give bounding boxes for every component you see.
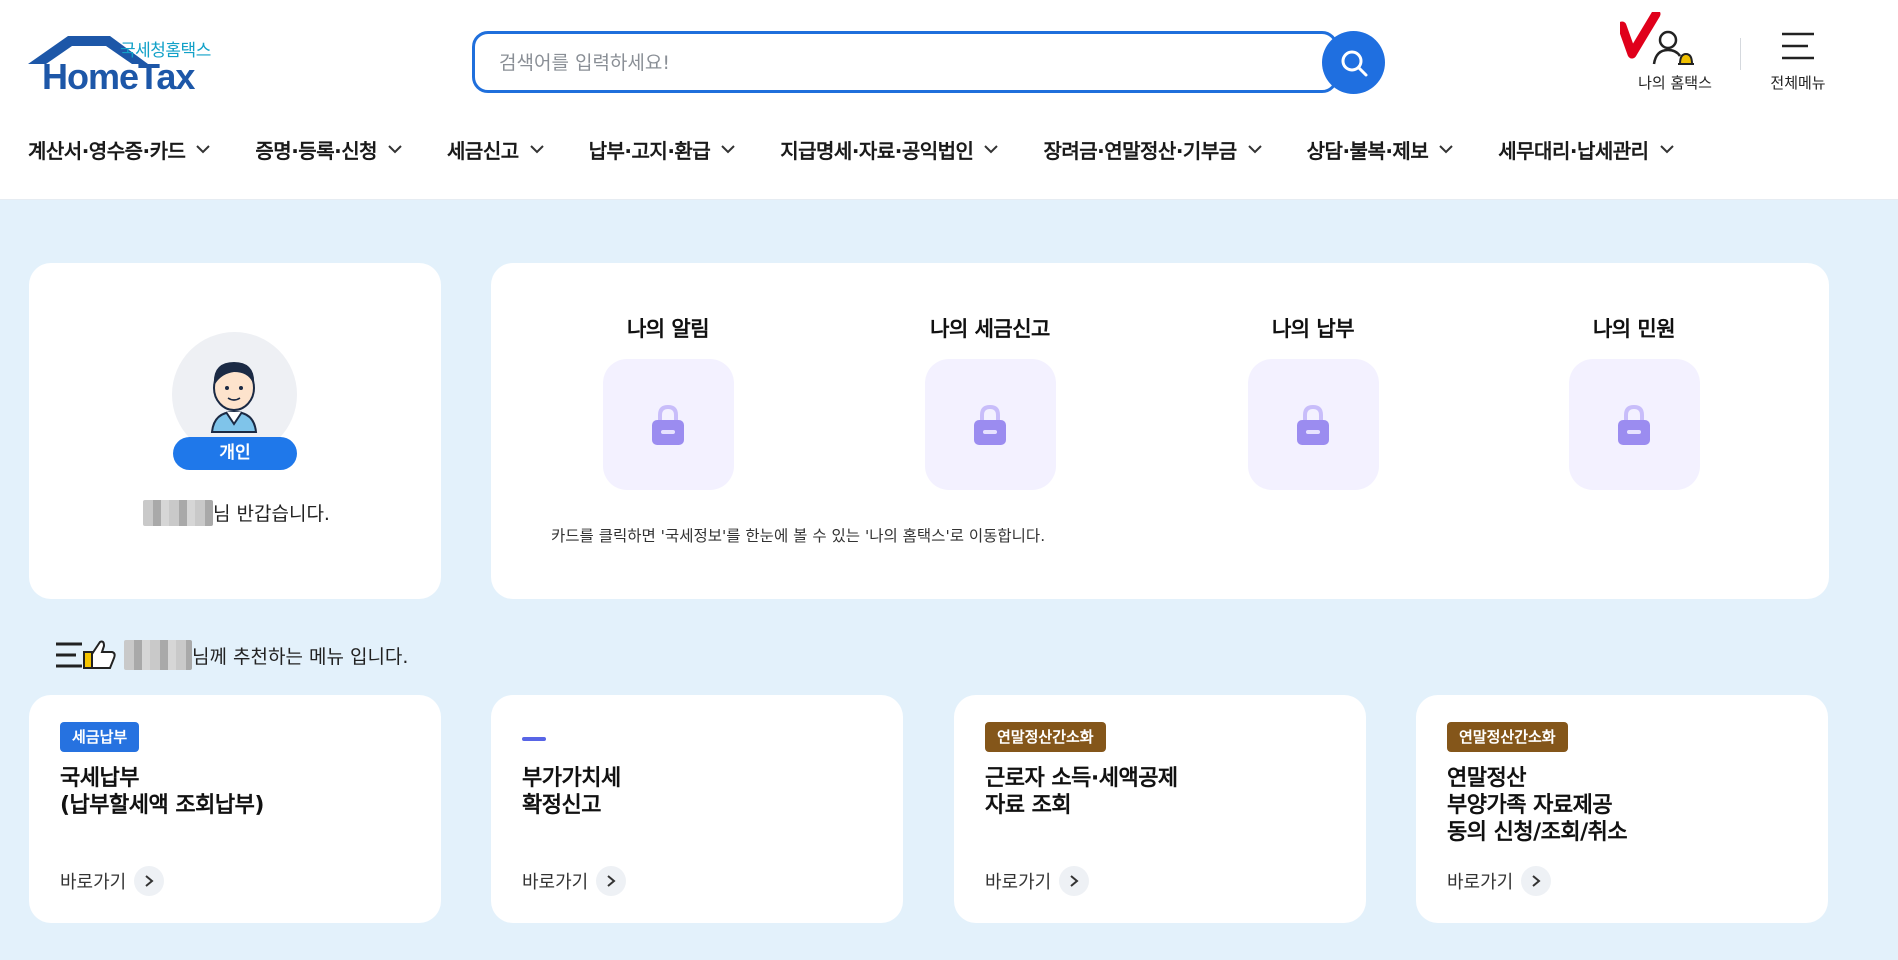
recommend-thumbs-up-icon xyxy=(56,640,116,669)
header: 국세청홈택스 HomeTax 나의 홈택스 전체메뉴 계산서·영수증·카드 증 xyxy=(0,0,1898,200)
nav-item-certificate[interactable]: 증명·등록·신청 xyxy=(255,134,403,164)
recommend-heading-text: 님께 추천하는 메뉴 입니다. xyxy=(192,645,409,668)
user-bell-icon xyxy=(1617,9,1694,65)
my-item-title: 나의 민원 xyxy=(1592,317,1676,341)
hamburger-menu-icon xyxy=(1782,32,1814,60)
chevron-down-icon xyxy=(984,145,999,154)
nav-item-statement[interactable]: 지급명세·자료·공익법인 xyxy=(780,134,999,164)
main-nav: 계산서·영수증·카드 증명·등록·신청 세금신고 납부·고지·환급 지급명세·자… xyxy=(28,134,1675,164)
lock-box xyxy=(924,359,1056,490)
lock-box xyxy=(1247,359,1379,490)
chevron-down-icon xyxy=(529,145,544,154)
my-item-title: 나의 알림 xyxy=(626,317,710,341)
category-dash xyxy=(522,737,546,741)
chevron-right-icon xyxy=(596,866,627,896)
recommend-card-national-tax-payment[interactable]: 세금납부 국세납부 (납부할세액 조회납부) 바로가기 xyxy=(29,695,441,923)
category-tag: 연말정산간소화 xyxy=(985,722,1106,752)
header-divider xyxy=(1740,38,1741,70)
recommend-card-title: 부가가치세 확정신고 xyxy=(522,766,621,818)
nav-item-invoice[interactable]: 계산서·영수증·카드 xyxy=(28,134,211,164)
greeting: 님 반갑습니다. xyxy=(143,499,330,526)
recommend-card-title: 국세납부 (납부할세액 조회납부) xyxy=(60,766,264,818)
shortcut-link[interactable]: 바로가기 xyxy=(522,866,627,896)
my-civil-petition-card[interactable]: 나의 민원 xyxy=(1554,313,1714,490)
logo-title: HomeTax xyxy=(42,56,195,97)
category-tag: 세금납부 xyxy=(60,722,140,752)
hometax-logo[interactable]: 국세청홈택스 HomeTax xyxy=(28,30,228,100)
my-notification-card[interactable]: 나의 알림 xyxy=(588,313,748,490)
nav-item-payment[interactable]: 납부·고지·환급 xyxy=(589,134,737,164)
chevron-down-icon xyxy=(196,145,211,154)
shortcut-link[interactable]: 바로가기 xyxy=(1447,866,1552,896)
chevron-right-icon xyxy=(134,866,165,896)
recommend-card-title: 연말정산 부양가족 자료제공 동의 신청/조회/취소 xyxy=(1447,766,1628,845)
profile-card: 개인 님 반갑습니다. xyxy=(29,263,441,599)
my-hometax-label: 나의 홈택스 xyxy=(1638,74,1712,92)
user-type-badge: 개인 xyxy=(173,437,297,470)
my-hometax-note: 카드를 클릭하면 '국세정보'를 한눈에 볼 수 있는 '나의 홈택스'로 이동… xyxy=(551,527,1046,545)
all-menu-button[interactable]: 전체메뉴 xyxy=(1760,28,1836,98)
recommend-heading: 님께 추천하는 메뉴 입니다. xyxy=(54,638,408,672)
chevron-right-icon xyxy=(1059,866,1090,896)
chevron-right-icon xyxy=(1521,866,1552,896)
chevron-down-icon xyxy=(1659,145,1674,154)
greeting-text: 님 반갑습니다. xyxy=(213,503,330,525)
lock-box xyxy=(602,359,734,490)
my-item-title: 나의 납부 xyxy=(1271,317,1355,341)
chevron-down-icon xyxy=(721,145,735,154)
my-tax-return-card[interactable]: 나의 세금신고 xyxy=(910,313,1070,490)
recommend-card-deduction-lookup[interactable]: 연말정산간소화 근로자 소득·세액공제 자료 조회 바로가기 xyxy=(954,695,1366,923)
chevron-down-icon xyxy=(1247,145,1262,154)
lock-icon xyxy=(1618,404,1650,445)
lock-icon xyxy=(1297,404,1329,445)
redacted-username xyxy=(143,499,213,526)
recommend-card-dependent-consent[interactable]: 연말정산간소화 연말정산 부양가족 자료제공 동의 신청/조회/취소 바로가기 xyxy=(1416,695,1828,923)
lock-box xyxy=(1568,359,1700,490)
nav-item-incentive[interactable]: 장려금·연말정산·기부금 xyxy=(1043,134,1262,164)
shortcut-link[interactable]: 바로가기 xyxy=(985,866,1090,896)
all-menu-label: 전체메뉴 xyxy=(1770,74,1826,92)
nav-item-tax-return[interactable]: 세금신고 xyxy=(447,134,545,164)
recommend-card-title: 근로자 소득·세액공제 자료 조회 xyxy=(985,766,1178,818)
search-icon xyxy=(1341,50,1367,76)
my-item-title: 나의 세금신고 xyxy=(930,317,1050,341)
redacted-username xyxy=(124,640,192,670)
search-box xyxy=(472,31,1338,93)
category-tag: 연말정산간소화 xyxy=(1447,722,1568,752)
lock-icon xyxy=(652,404,684,445)
nav-item-consultation[interactable]: 상담·불복·제보 xyxy=(1307,134,1455,164)
my-payment-card[interactable]: 나의 납부 xyxy=(1233,313,1393,490)
shortcut-link[interactable]: 바로가기 xyxy=(60,866,165,896)
chevron-down-icon xyxy=(388,145,402,154)
recommend-card-vat-return[interactable]: 부가가치세 확정신고 바로가기 xyxy=(491,695,903,923)
search-button[interactable] xyxy=(1322,31,1385,94)
chevron-down-icon xyxy=(1439,145,1453,154)
search-input[interactable] xyxy=(499,48,1279,78)
nav-item-tax-agent[interactable]: 세무대리·납세관리 xyxy=(1498,134,1674,164)
lock-icon xyxy=(974,404,1006,445)
my-hometax-card: 나의 알림 나의 세금신고 나의 납부 나의 민원 카드를 클릭하면 '국세정보… xyxy=(491,263,1829,599)
my-hometax-button[interactable]: 나의 홈택스 xyxy=(1617,9,1730,98)
